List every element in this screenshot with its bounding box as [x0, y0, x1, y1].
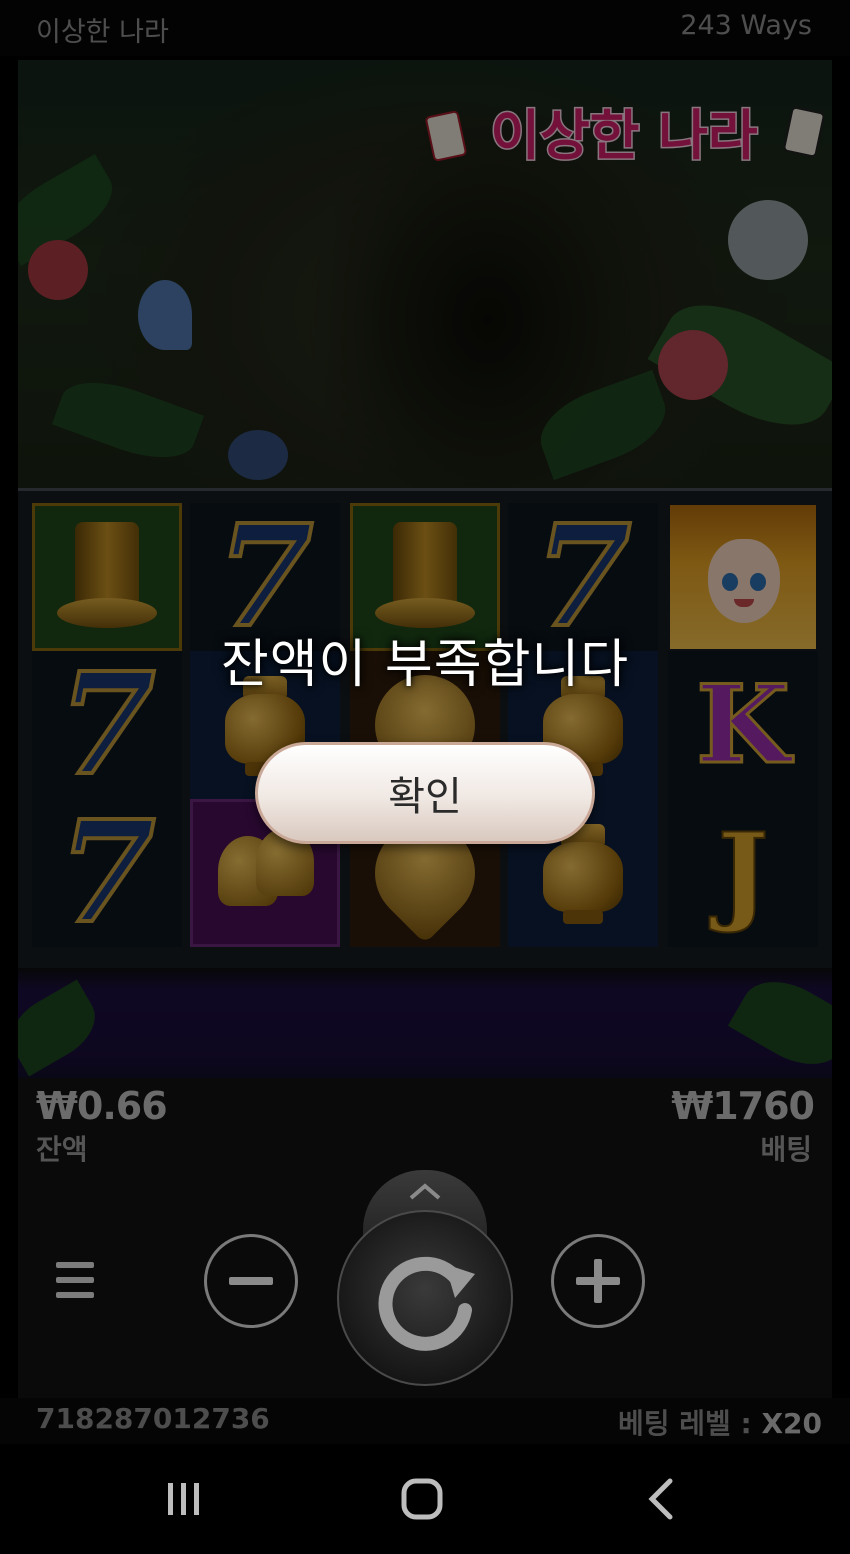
logo-text: 이상한 나라: [490, 104, 758, 167]
symbol-seven: 7: [32, 799, 182, 947]
reel-5: K J: [668, 503, 818, 947]
bet-level-value: X20: [761, 1407, 822, 1440]
recent-apps-icon: [168, 1483, 199, 1515]
recent-apps-button[interactable]: [154, 1474, 214, 1524]
increase-bet-button[interactable]: [551, 1234, 645, 1328]
game-scene: 이상한 나라: [18, 60, 832, 490]
slot-reels: 7 7 7 7 K J: [18, 488, 832, 974]
chevron-up-icon: [409, 1183, 441, 1200]
round-id: 718287012736: [36, 1402, 270, 1435]
balance-label: 잔액: [36, 1133, 88, 1166]
balance-value: ₩0.66: [36, 1084, 168, 1128]
spin-refresh-icon: [378, 1256, 475, 1351]
home-icon: [401, 1478, 443, 1520]
home-button[interactable]: [392, 1474, 452, 1524]
confirm-button[interactable]: 확인: [255, 742, 595, 844]
spin-button[interactable]: [337, 1210, 513, 1386]
ways-count: 243 Ways: [680, 10, 812, 41]
spin-control: [337, 1170, 513, 1386]
reel-4: 7: [508, 503, 658, 947]
back-button[interactable]: [630, 1474, 690, 1524]
top-bar: 이상한 나라 243 Ways: [0, 0, 850, 56]
bet-value: ₩1760: [671, 1084, 815, 1128]
win-banner-area: [18, 968, 832, 1078]
bet-level: 베팅 레벨 : X20: [618, 1402, 822, 1442]
reel-3: [350, 503, 500, 947]
game-logo: 이상한 나라: [425, 103, 824, 169]
plus-icon: [576, 1259, 620, 1303]
symbol-j: J: [668, 799, 818, 947]
bet-label: 배팅: [760, 1133, 812, 1166]
reel-1: 7 7: [32, 503, 182, 947]
decrease-bet-button[interactable]: [204, 1234, 298, 1328]
menu-icon[interactable]: [56, 1262, 94, 1302]
info-footer: 718287012736 베팅 레벨 : X20: [0, 1398, 850, 1444]
game-title: 이상한 나라: [36, 17, 169, 48]
insufficient-balance-message: 잔액이 부족합니다: [220, 635, 630, 695]
back-icon: [648, 1478, 673, 1520]
minus-icon: [229, 1277, 273, 1285]
system-navigation-bar: [0, 1444, 850, 1554]
bet-level-label: 베팅 레벨 :: [617, 1407, 752, 1440]
reel-2: 7: [190, 503, 340, 947]
